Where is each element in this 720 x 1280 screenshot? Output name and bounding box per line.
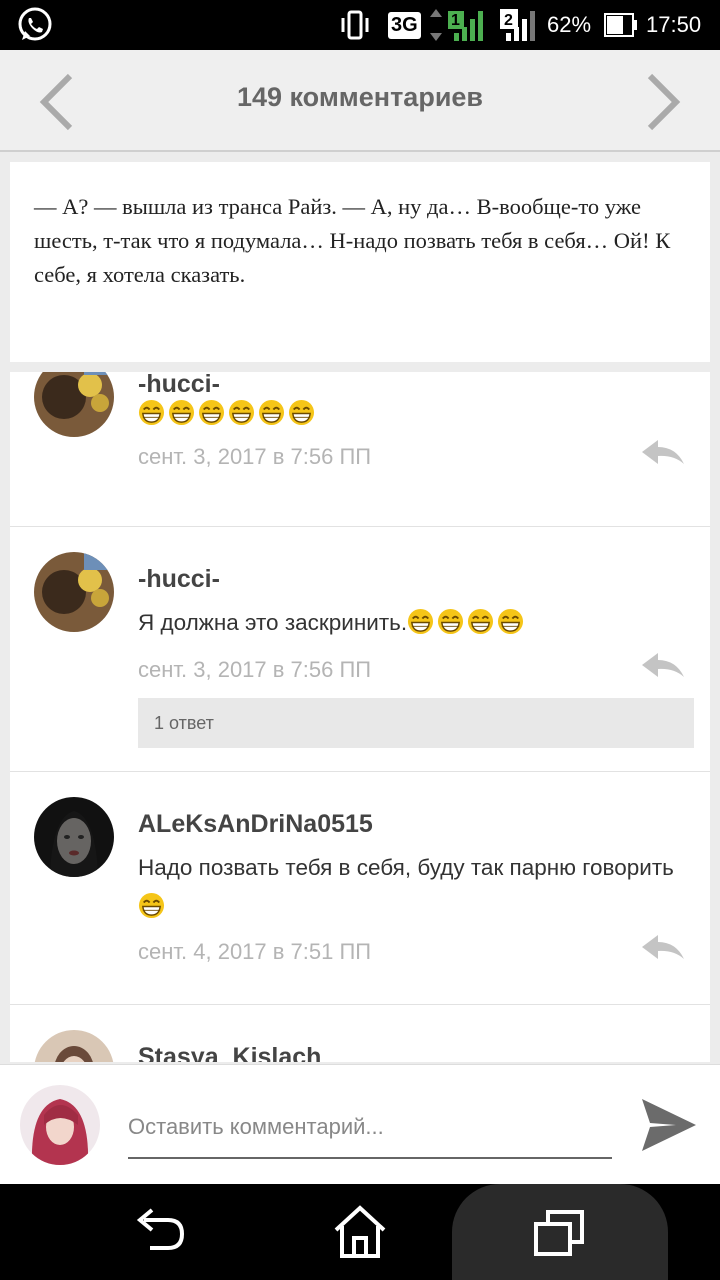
view-replies-button[interactable]: 1 ответ [138, 698, 694, 748]
system-nav-bar [0, 1184, 720, 1280]
comments-header: 149 комментариев [0, 50, 720, 152]
laughing-emoji-icon [168, 399, 195, 426]
laughing-emoji-icon [138, 892, 165, 919]
comment-text-content: Надо позвать тебя в себя, буду так парню… [138, 855, 674, 880]
status-bar: 3G 1 2 62% 17:50 [0, 0, 720, 50]
comment-author[interactable]: ALeKsAnDriNa0515 [138, 810, 373, 839]
comments-list[interactable]: -hucci- сент. 3, 2017 в 7:56 ПП -hucci- … [10, 372, 710, 1062]
avatar[interactable] [20, 1085, 100, 1165]
laughing-emoji-icon [138, 399, 165, 426]
sim1-label: 1 [451, 12, 460, 29]
comment-composer [0, 1064, 720, 1184]
reply-icon[interactable] [640, 651, 686, 681]
laughing-emoji-icon [198, 399, 225, 426]
battery-percent: 62% [547, 12, 592, 37]
comment-item: Stasya_Kislach [10, 1005, 710, 1062]
comment-date: сент. 4, 2017 в 7:51 ПП [138, 939, 372, 964]
avatar[interactable] [34, 372, 114, 437]
emoji-row [407, 608, 527, 635]
avatar[interactable] [34, 797, 114, 877]
comment-date: сент. 3, 2017 в 7:56 ПП [138, 657, 372, 682]
comment-item: ALeKsAnDriNa0515 Надо позвать тебя в себ… [10, 772, 710, 1005]
comment-text [138, 394, 678, 433]
comment-text: Надо позвать тебя в себя, буду так парню… [138, 848, 678, 926]
send-icon[interactable] [640, 1097, 698, 1153]
comment-date: сент. 3, 2017 в 7:56 ПП [138, 444, 372, 469]
comment-author[interactable]: Stasya_Kislach [138, 1043, 321, 1062]
avatar[interactable] [34, 1030, 114, 1062]
comment-input[interactable] [128, 1105, 612, 1159]
home-icon[interactable] [330, 1202, 390, 1262]
emoji-row [138, 892, 168, 919]
comment-item: -hucci- сент. 3, 2017 в 7:56 ПП [10, 372, 710, 527]
story-excerpt: — А? — вышла из транса Райз. — А, ну да…… [10, 162, 710, 362]
network-type-badge: 3G [388, 11, 421, 39]
laughing-emoji-icon [498, 608, 524, 635]
laughing-emoji-icon [228, 399, 255, 426]
story-text: — А? — вышла из транса Райз. — А, ну да…… [34, 194, 671, 287]
reply-icon[interactable] [640, 438, 686, 468]
back-icon[interactable] [130, 1202, 190, 1262]
battery-icon [604, 0, 638, 50]
comment-text: Я должна это заскринить. [138, 603, 678, 642]
emoji-row [138, 399, 318, 426]
comment-text-content: Я должна это заскринить. [138, 610, 408, 635]
chevron-right-icon[interactable] [640, 72, 684, 132]
reply-icon[interactable] [640, 933, 686, 963]
comment-item: -hucci- Я должна это заскринить. сент. 3… [10, 527, 710, 772]
recents-icon[interactable] [530, 1202, 590, 1262]
page-title: 149 комментариев [236, 82, 484, 112]
laughing-emoji-icon [408, 608, 434, 635]
laughing-emoji-icon [258, 399, 285, 426]
sim2-label: 2 [504, 12, 513, 29]
laughing-emoji-icon [468, 608, 494, 635]
whatsapp-icon [16, 0, 54, 50]
laughing-emoji-icon [288, 399, 315, 426]
comment-author[interactable]: -hucci- [138, 565, 220, 594]
clock: 17:50 [646, 12, 702, 37]
vibrate-icon [338, 0, 372, 50]
laughing-emoji-icon [438, 608, 464, 635]
signal-icon: 1 2 [430, 0, 540, 50]
avatar[interactable] [34, 552, 114, 632]
